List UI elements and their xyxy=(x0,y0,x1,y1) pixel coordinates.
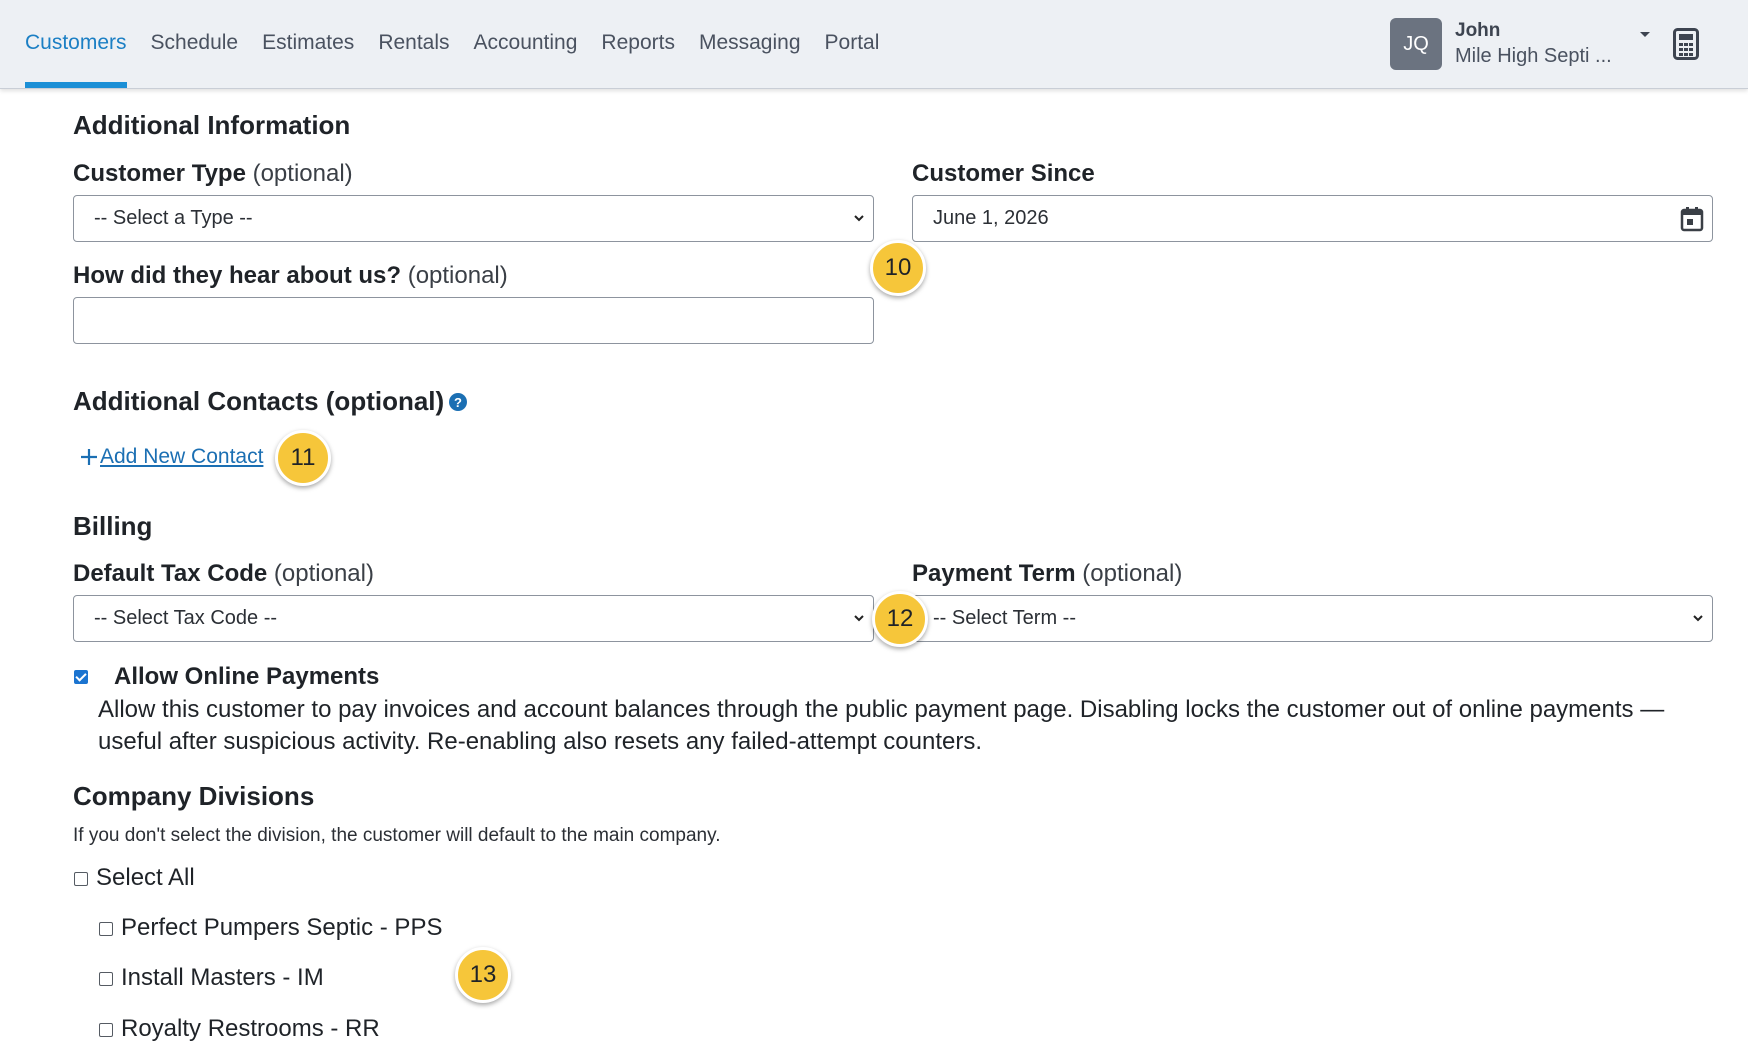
customer-type-label: Customer Type (optional) xyxy=(73,160,353,188)
additional-info-heading: Additional Information xyxy=(73,110,351,140)
customer-since-label-text: Customer Since xyxy=(912,160,1095,187)
tax-code-label-text: Default Tax Code xyxy=(73,560,268,587)
allow-online-payments-label-text: Allow Online Payments xyxy=(114,663,380,690)
additional-contacts-heading: Additional Contacts (optional) xyxy=(73,386,445,416)
tab-reports[interactable]: Reports xyxy=(589,0,687,88)
optional-tag: (optional) xyxy=(273,560,374,587)
plus-icon xyxy=(81,449,97,465)
chevron-down-icon xyxy=(1693,615,1703,622)
step-marker-12: 12 xyxy=(872,591,928,647)
allow-online-payments-description: Allow this customer to pay invoices and … xyxy=(98,696,1665,755)
chevron-down-icon xyxy=(854,215,864,222)
division-checkbox-im[interactable] xyxy=(99,972,113,986)
tab-customers[interactable]: Customers xyxy=(0,0,139,88)
tab-schedule[interactable]: Schedule xyxy=(139,0,251,88)
calculator-icon[interactable] xyxy=(1673,28,1699,60)
hear-about-label-text: How did they hear about us? xyxy=(73,262,402,289)
select-all-checkbox[interactable] xyxy=(74,872,88,886)
avatar: JQ xyxy=(1390,18,1442,70)
hear-about-label: How did they hear about us? (optional) xyxy=(73,262,508,290)
customer-since-value: June 1, 2026 xyxy=(933,207,1049,229)
payment-term-label-text: Payment Term xyxy=(912,560,1076,587)
tab-accounting[interactable]: Accounting xyxy=(462,0,590,88)
add-new-contact-label[interactable]: Add New Contact xyxy=(100,445,263,469)
add-new-contact-link[interactable]: Add New Contact xyxy=(80,445,263,469)
chevron-down-icon xyxy=(854,615,864,622)
company-divisions-heading: Company Divisions xyxy=(73,781,315,811)
optional-tag: (optional) xyxy=(407,262,508,289)
division-label-rr[interactable]: Royalty Restrooms - RR xyxy=(121,1015,380,1043)
divisions-hint: If you don't select the division, the cu… xyxy=(73,825,721,846)
allow-online-payments-label[interactable]: Allow Online Payments xyxy=(114,663,379,691)
customer-type-select[interactable]: -- Select a Type -- xyxy=(73,195,874,242)
payment-term-select[interactable]: -- Select Term -- xyxy=(912,595,1713,642)
question-circle-icon[interactable]: ? xyxy=(449,393,467,411)
payment-term-label: Payment Term (optional) xyxy=(912,560,1182,588)
division-label-im[interactable]: Install Masters - IM xyxy=(121,964,324,992)
step-marker-13: 13 xyxy=(455,947,511,1003)
payment-term-value: -- Select Term -- xyxy=(933,607,1076,629)
step-marker-11: 11 xyxy=(275,430,331,486)
chevron-down-icon[interactable] xyxy=(1640,31,1650,37)
tab-messaging[interactable]: Messaging xyxy=(687,0,813,88)
calendar-icon[interactable] xyxy=(1680,206,1704,232)
optional-tag: (optional) xyxy=(1082,560,1183,587)
user-info: John Mile High Septi ... xyxy=(1455,19,1630,69)
allow-online-payments-checkbox[interactable] xyxy=(74,670,88,684)
select-all-label[interactable]: Select All xyxy=(96,864,195,892)
customer-type-value: -- Select a Type -- xyxy=(94,207,253,229)
tax-code-value: -- Select Tax Code -- xyxy=(94,607,278,629)
tab-estimates[interactable]: Estimates xyxy=(250,0,366,88)
user-name: John xyxy=(1455,20,1501,41)
customer-type-label-text: Customer Type xyxy=(73,160,246,187)
tab-portal[interactable]: Portal xyxy=(813,0,892,88)
division-checkbox-pps[interactable] xyxy=(99,922,113,936)
step-marker-10: 10 xyxy=(870,240,926,296)
optional-tag: (optional) xyxy=(252,160,353,187)
customer-since-date-input[interactable]: June 1, 2026 xyxy=(912,195,1713,242)
division-label-pps[interactable]: Perfect Pumpers Septic - PPS xyxy=(121,914,442,942)
main-tabs: Customers Schedule Estimates Rentals Acc… xyxy=(0,0,891,88)
tax-code-select[interactable]: -- Select Tax Code -- xyxy=(73,595,874,642)
billing-heading: Billing xyxy=(73,511,153,541)
tax-code-label: Default Tax Code (optional) xyxy=(73,560,374,588)
top-nav-bar: Customers Schedule Estimates Rentals Acc… xyxy=(0,0,1748,89)
customer-since-label: Customer Since xyxy=(912,160,1095,188)
hear-about-input[interactable] xyxy=(73,297,874,344)
user-menu[interactable]: JQ John Mile High Septi ... xyxy=(1390,18,1650,70)
user-company: Mile High Septi ... xyxy=(1455,45,1612,67)
division-checkbox-rr[interactable] xyxy=(99,1023,113,1037)
tab-rentals[interactable]: Rentals xyxy=(366,0,461,88)
